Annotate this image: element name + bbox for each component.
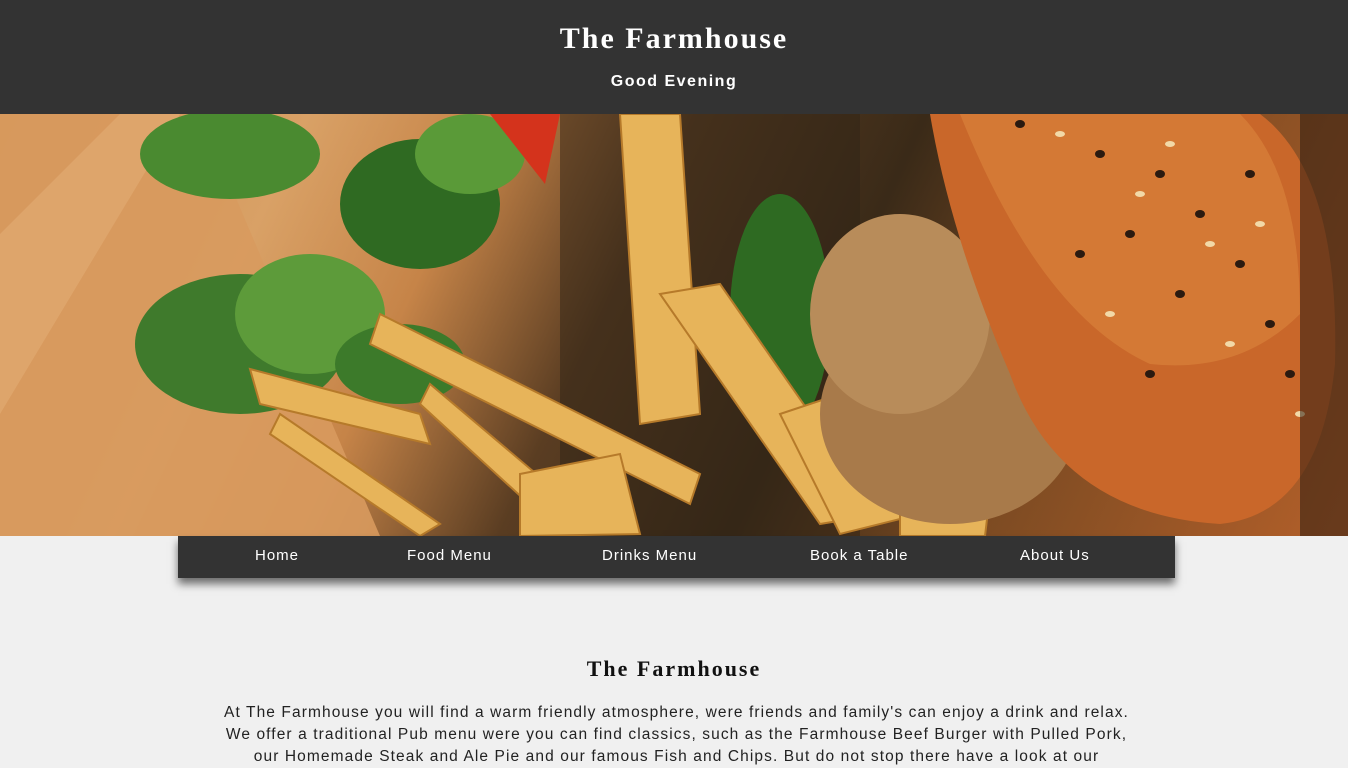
nav-about-us[interactable]: About Us: [1020, 536, 1090, 578]
hero-food-illustration: [0, 114, 1348, 536]
nav-food-menu[interactable]: Food Menu: [407, 536, 492, 578]
nav-book-a-table[interactable]: Book a Table: [810, 536, 908, 578]
intro-line: our Homemade Steak and Ale Pie and our f…: [253, 748, 1100, 765]
site-title: The Farmhouse: [559, 22, 789, 55]
page-heading: The Farmhouse: [586, 656, 762, 681]
intro-line: At The Farmhouse you will find a warm fr…: [224, 704, 1129, 721]
greeting-text: Good Evening: [610, 73, 738, 90]
site-header: The Farmhouse Good Evening: [0, 0, 1348, 114]
intro-line: We offer a traditional Pub menu were you…: [225, 726, 1128, 743]
hero-image: [0, 114, 1348, 536]
main-navigation: Home Food Menu Drinks Menu Book a Table …: [178, 536, 1175, 578]
intro-paragraph: At The Farmhouse you will find a warm fr…: [178, 702, 1175, 768]
nav-home[interactable]: Home: [255, 536, 299, 578]
nav-drinks-menu[interactable]: Drinks Menu: [602, 536, 697, 578]
